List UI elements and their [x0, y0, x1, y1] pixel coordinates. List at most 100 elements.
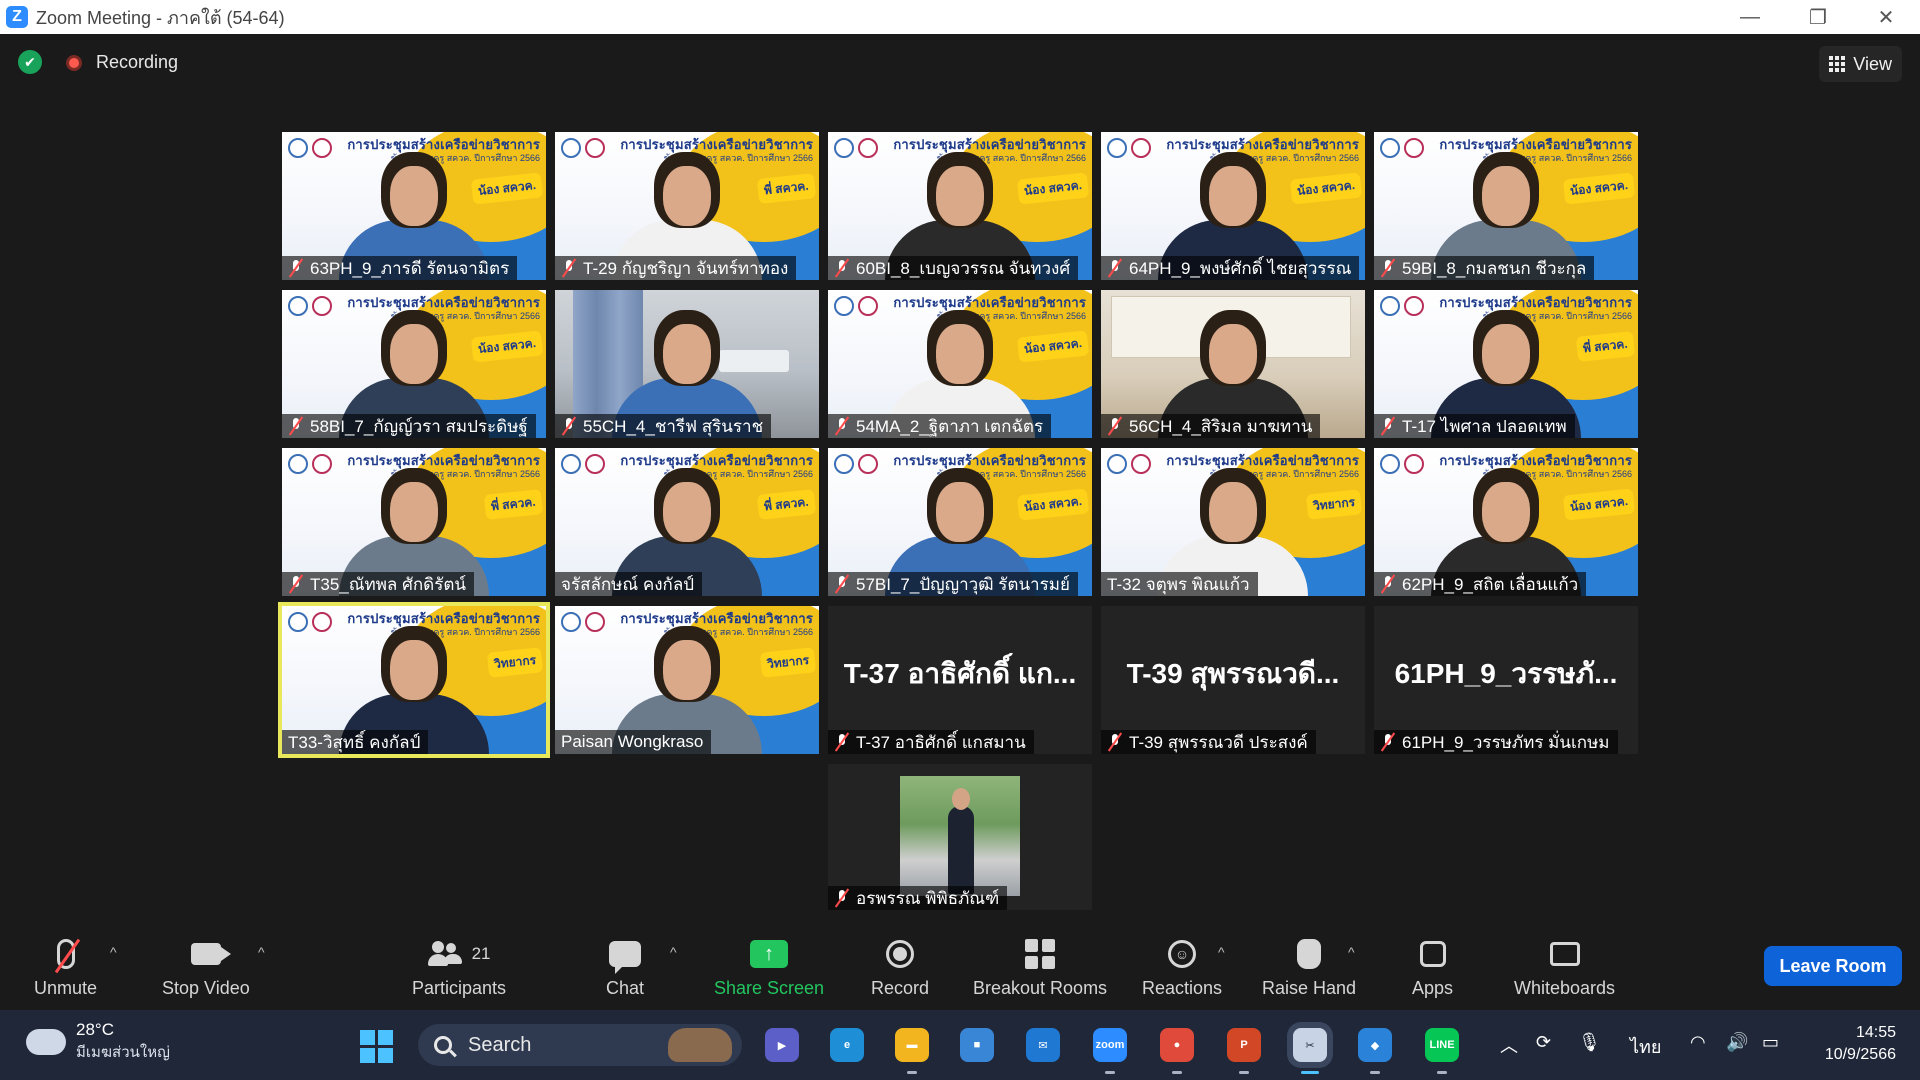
participant-name-tag: T-32 จตุพร พิณแก้ว — [1101, 572, 1258, 596]
powerpoint-app-icon[interactable]: P — [1227, 1028, 1261, 1074]
record-button[interactable]: Record — [871, 936, 929, 999]
apps-button[interactable]: Apps — [1412, 936, 1453, 999]
participant-tile[interactable]: การประชุมสร้างเครือข่ายวิชาการ ข้าราชการค… — [555, 606, 819, 754]
participant-tile[interactable]: T-37 อาธิศักดิ์ แก... T-37 อาธิศักดิ์ แกส… — [828, 606, 1092, 754]
share-screen-button[interactable]: ↑ Share Screen — [714, 936, 824, 999]
participant-name-tag: 60BI_8_เบญจวรรณ จันทวงศ์ — [828, 256, 1079, 280]
reactions-button[interactable]: ☺ Reactions — [1142, 936, 1222, 999]
share-screen-label: Share Screen — [714, 978, 825, 998]
explorer-app-icon[interactable]: ▬ — [895, 1028, 929, 1074]
participant-tile[interactable]: การประชุมสร้างเครือข่ายวิชาการ ข้าราชการค… — [282, 290, 546, 438]
input-language[interactable]: ไทย — [1630, 1032, 1661, 1061]
minimize-button[interactable]: — — [1716, 0, 1784, 34]
participant-display-name: T-37 อาธิศักดิ์ แก... — [843, 658, 1077, 689]
participant-tile[interactable]: การประชุมสร้างเครือข่ายวิชาการ ข้าราชการค… — [1101, 448, 1365, 596]
participant-tile[interactable]: T-39 สุพรรณวดี... T-39 สุพรรณวดี ประสงค์ — [1101, 606, 1365, 754]
leave-room-button[interactable]: Leave Room — [1764, 946, 1902, 986]
unmute-button[interactable]: Unmute — [34, 936, 97, 999]
muted-mic-icon — [288, 417, 304, 435]
participant-tile[interactable]: การประชุมสร้างเครือข่ายวิชาการ ข้าราชการค… — [828, 290, 1092, 438]
snipping-app-icon[interactable]: ✂ — [1293, 1028, 1327, 1074]
participant-tile[interactable]: การประชุมสร้างเครือข่ายวิชาการ ข้าราชการค… — [828, 132, 1092, 280]
participant-name: 60BI_8_เบญจวรรณ จันทวงศ์ — [856, 258, 1071, 278]
breakout-rooms-button[interactable]: Breakout Rooms — [973, 936, 1107, 999]
audio-options-caret[interactable]: ^ — [110, 944, 117, 960]
taskbar-search[interactable]: Search — [418, 1024, 742, 1066]
sync-icon[interactable]: ⟳ — [1536, 1032, 1551, 1053]
participant-name: 63PH_9_ภารดี รัตนจามิตร — [310, 258, 510, 278]
chat-label: Chat — [606, 978, 645, 998]
participant-name-tag: 56CH_4_สิริมล มาฆทาน — [1101, 414, 1321, 438]
participant-name: T-29 กัญชริญา จันทร์ทาทอง — [583, 258, 789, 278]
chrome-app-icon[interactable]: ● — [1160, 1028, 1194, 1074]
muted-mic-icon — [834, 575, 850, 593]
participant-tile[interactable]: การประชุมสร้างเครือข่ายวิชาการ ข้าราชการค… — [282, 132, 546, 280]
battery-icon[interactable]: ▭ — [1762, 1032, 1779, 1053]
shield-check-icon[interactable]: ✔ — [18, 50, 42, 74]
windows-start-icon[interactable] — [360, 1030, 393, 1063]
participant-tile[interactable]: 56CH_4_สิริมล มาฆทาน — [1101, 290, 1365, 438]
participant-name-tag: T-39 สุพรรณวดี ประสงค์ — [1101, 730, 1316, 754]
chat-button[interactable]: Chat — [606, 936, 644, 999]
system-clock[interactable]: 14:55 10/9/2566 — [1825, 1022, 1896, 1066]
participant-tile[interactable]: การประชุมสร้างเครือข่ายวิชาการ ข้าราชการค… — [1101, 132, 1365, 280]
store-app-icon[interactable]: ■ — [960, 1028, 994, 1062]
raise-hand-button[interactable]: Raise Hand — [1262, 936, 1356, 999]
participant-name-tag: 63PH_9_ภารดี รัตนจามิตร — [282, 256, 518, 280]
participant-tile[interactable]: การประชุมสร้างเครือข่ายวิชาการ ข้าราชการค… — [555, 132, 819, 280]
muted-mic-icon — [834, 417, 850, 435]
grid-view-icon — [1829, 56, 1846, 72]
participant-name-tag: 64PH_9_พงษ์ศักดิ์ ไชยสุวรรณ — [1101, 256, 1360, 280]
microphone-tray-icon[interactable]: 🎙 — [1578, 1032, 1601, 1053]
recording-dot-icon — [66, 54, 82, 71]
participant-tile[interactable]: อรพรรณ พิพิธภัณฑ์ — [828, 764, 1092, 910]
wifi-icon[interactable]: ◠ — [1690, 1032, 1706, 1053]
close-button[interactable]: ✕ — [1852, 0, 1920, 34]
muted-mic-icon — [1380, 417, 1396, 435]
zoom-app-icon[interactable]: zoom — [1093, 1028, 1127, 1074]
reactions-label: Reactions — [1142, 978, 1223, 998]
video-options-caret[interactable]: ^ — [258, 944, 265, 960]
edge-app-icon[interactable]: e — [830, 1028, 864, 1062]
video-camera-icon — [190, 943, 231, 965]
org-logo-icon — [858, 454, 878, 474]
reactions-options-caret[interactable]: ^ — [1218, 944, 1225, 960]
muted-mic-icon — [1380, 259, 1396, 277]
participants-button[interactable]: 21 Participants — [412, 936, 506, 999]
participant-tile[interactable]: การประชุมสร้างเครือข่ายวิชาการ ข้าราชการค… — [1374, 132, 1638, 280]
participant-tile[interactable]: การประชุมสร้างเครือข่ายวิชาการ ข้าราชการค… — [278, 602, 550, 758]
participant-tile[interactable]: การประชุมสร้างเครือข่ายวิชาการ ข้าราชการค… — [555, 448, 819, 596]
org-logo-icon — [1380, 296, 1400, 316]
participant-name-tag: อรพรรณ พิพิธภัณฑ์ — [828, 886, 1008, 910]
raise-hand-options-caret[interactable]: ^ — [1348, 944, 1355, 960]
participants-count: 21 — [471, 944, 491, 963]
participant-name-tag: T35_ณัทพล ศักดิรัตน์ — [282, 572, 474, 596]
participant-tile[interactable]: การประชุมสร้างเครือข่ายวิชาการ ข้าราชการค… — [828, 448, 1092, 596]
whiteboards-label: Whiteboards — [1514, 978, 1616, 998]
photos-app-icon[interactable]: ◆ — [1358, 1028, 1392, 1074]
line-app-icon[interactable]: LINE — [1425, 1028, 1459, 1074]
participant-tile[interactable]: การประชุมสร้างเครือข่ายวิชาการ ข้าราชการค… — [1374, 290, 1638, 438]
recording-indicator[interactable]: Recording — [66, 52, 178, 73]
participant-name-tag: T-37 อาธิศักดิ์ แกสมาน — [828, 730, 1034, 754]
org-logo-icon — [1107, 454, 1127, 474]
whiteboards-button[interactable]: Whiteboards — [1514, 936, 1615, 999]
org-logo-icon — [858, 138, 878, 158]
meet-app-icon[interactable]: ▶ — [765, 1028, 799, 1062]
participant-tile[interactable]: 61PH_9_วรรษภั... 61PH_9_วรรษภัทร มั่นเกษม — [1374, 606, 1638, 754]
participant-tile[interactable]: การประชุมสร้างเครือข่ายวิชาการ ข้าราชการค… — [1374, 448, 1638, 596]
restore-button[interactable]: ❐ — [1784, 0, 1852, 34]
stop-video-button[interactable]: Stop Video — [162, 936, 250, 999]
microphone-muted-icon — [56, 939, 75, 969]
mail-app-icon[interactable]: ✉ — [1026, 1028, 1060, 1062]
participant-name-tag: 59BI_8_กมลชนก ชีวะกุล — [1374, 256, 1595, 280]
participant-tile[interactable]: การประชุมสร้างเครือข่ายวิชาการ ข้าราชการค… — [282, 448, 546, 596]
participant-name-tag: 57BI_7_ปัญญาวุฒิ รัตนารมย์ — [828, 572, 1078, 596]
view-button[interactable]: View — [1819, 46, 1902, 82]
weather-widget[interactable]: 28°C มีเมฆส่วนใหญ่ — [24, 1020, 170, 1064]
show-hidden-icons-chevron[interactable]: ︿ — [1500, 1032, 1518, 1058]
participant-tile[interactable]: 55CH_4_ชารีฟ สุรินราช — [555, 290, 819, 438]
chat-options-caret[interactable]: ^ — [670, 944, 677, 960]
org-logo-icon — [834, 138, 854, 158]
volume-icon[interactable]: 🔊 — [1726, 1032, 1748, 1053]
